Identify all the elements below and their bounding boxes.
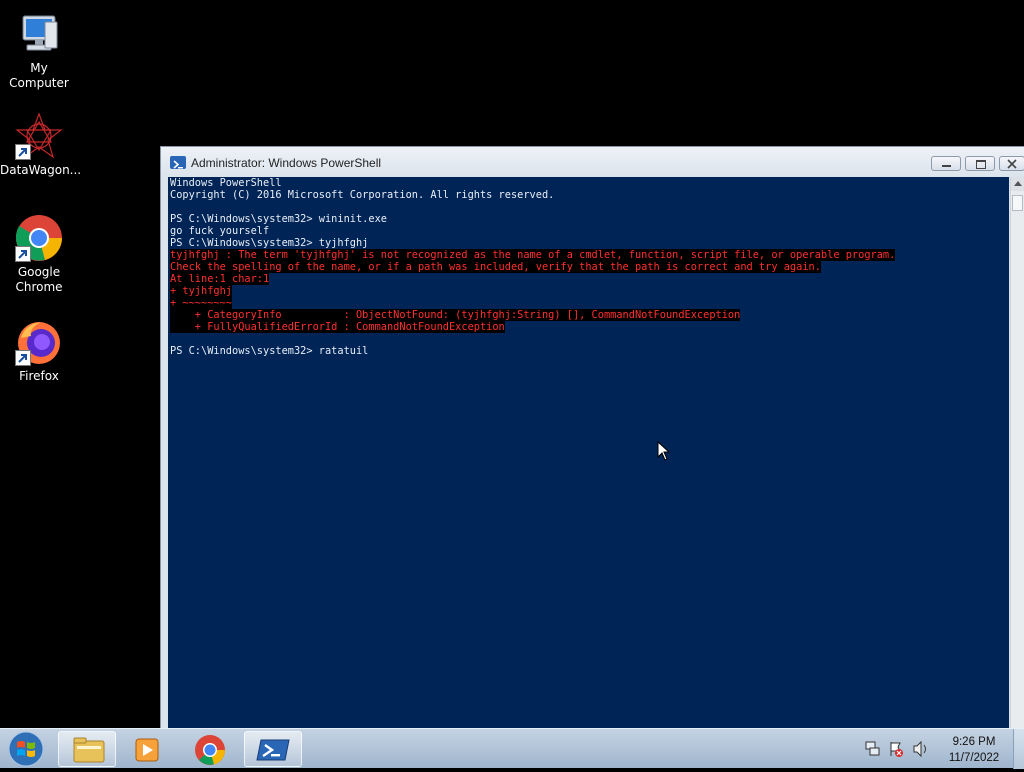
scroll-thumb[interactable] [1012,195,1023,211]
shortcut-arrow-icon [15,350,31,366]
shortcut-arrow-icon [15,246,31,262]
windows-logo-icon [8,731,44,767]
taskbar-powershell-button[interactable] [244,731,302,767]
minimize-button[interactable] [931,156,961,171]
console-line: PS C:\Windows\system32> ratatuil [170,345,1009,357]
console-line-text: PS C:\Windows\system32> tyjhfghj [170,237,369,249]
firefox-icon [15,318,63,366]
volume-icon[interactable] [913,740,926,758]
console-line-text: + FullyQualifiedErrorId : CommandNotFoun… [170,321,505,333]
taskbar-explorer-button[interactable] [58,731,116,767]
media-player-icon [135,738,159,762]
console-line-text: Copyright (C) 2016 Microsoft Corporation… [170,189,555,201]
datawagon-icon [15,112,63,160]
console-line: Windows PowerShell [170,177,1009,189]
console-line-text: PS C:\Windows\system32> ratatuil [170,345,369,357]
console-line-text: tyjhfghj : The term 'tyjhfghj' is not re… [170,249,896,261]
console-line: PS C:\Windows\system32> wininit.exe [170,213,1009,225]
show-desktop-button[interactable] [1013,729,1024,769]
folder-icon [73,737,105,763]
taskbar: 9:26 PM 11/7/2022 [0,728,1024,769]
action-center-flag-icon[interactable] [890,742,903,757]
window-titlebar[interactable]: Administrator: Windows PowerShell [161,147,1024,177]
system-tray [862,739,932,763]
console-line: PS C:\Windows\system32> tyjhfghj [170,237,1009,249]
vertical-scrollbar[interactable] [1010,177,1024,729]
console-error-line: + CategoryInfo : ObjectNotFound: (tyjhfg… [170,309,1009,321]
start-button[interactable] [6,731,46,767]
console-line-text: PS C:\Windows\system32> wininit.exe [170,213,387,225]
powershell-window[interactable]: Administrator: Windows PowerShell Window… [160,146,1024,736]
chrome-icon [195,735,226,765]
maximize-button[interactable] [965,156,995,171]
console-error-line: + tyjhfghj [170,285,1009,297]
console-line-text: + CategoryInfo : ObjectNotFound: (tyjhfg… [170,309,741,321]
network-icon[interactable] [865,741,880,756]
console-error-line: + ~~~~~~~~ [170,297,1009,309]
console-error-line: Check the spelling of the name, or if a … [170,261,1009,273]
console-error-line: + FullyQualifiedErrorId : CommandNotFoun… [170,321,1009,333]
clock-time: 9:26 PM [952,736,996,748]
powershell-icon [256,739,290,761]
computer-icon [15,10,63,58]
desktop-icon-label: Google Chrome [15,265,63,294]
desktop-icon-datawagon[interactable]: DataWagon... [0,112,82,178]
desktop-icon-my-computer[interactable]: My Computer [0,10,78,91]
console-output[interactable]: Windows PowerShell Copyright (C) 2016 Mic… [168,177,1009,729]
powershell-icon [170,156,186,169]
console-line-text: + tyjhfghj [170,285,232,297]
console-line: Copyright (C) 2016 Microsoft Corporation… [170,189,1009,201]
desktop-icon-label: DataWagon... [0,163,82,177]
mouse-cursor-icon [657,440,671,465]
console-line-text: + ~~~~~~~~ [170,297,232,309]
console-line-text: At line:1 char:1 [170,273,270,285]
desktop-icon-firefox[interactable]: Firefox [0,318,78,384]
console-line-text: Check the spelling of the name, or if a … [170,261,821,273]
scroll-up-button[interactable] [1011,177,1024,191]
shortcut-arrow-icon [15,144,31,160]
desktop-icon-label: Firefox [19,369,59,383]
console-error-line: At line:1 char:1 [170,273,1009,285]
desktop-icon-google-chrome[interactable]: Google Chrome [0,214,78,295]
taskbar-clock[interactable]: 9:26 PM 11/7/2022 [938,734,1010,766]
taskbar-chrome-button[interactable] [180,731,238,767]
console-line: go fuck yourself [170,225,1009,237]
window-title: Administrator: Windows PowerShell [191,156,382,170]
close-icon [1007,159,1017,169]
console-line-text: Windows PowerShell [170,177,282,189]
desktop-icon-label: My Computer [9,61,69,90]
close-button[interactable] [999,156,1024,171]
taskbar-media-player-button[interactable] [118,731,176,767]
console-error-line: tyjhfghj : The term 'tyjhfghj' is not re… [170,249,1009,261]
console-line-text: go fuck yourself [170,225,270,237]
chrome-icon [15,214,63,262]
clock-date: 11/7/2022 [948,752,1000,764]
